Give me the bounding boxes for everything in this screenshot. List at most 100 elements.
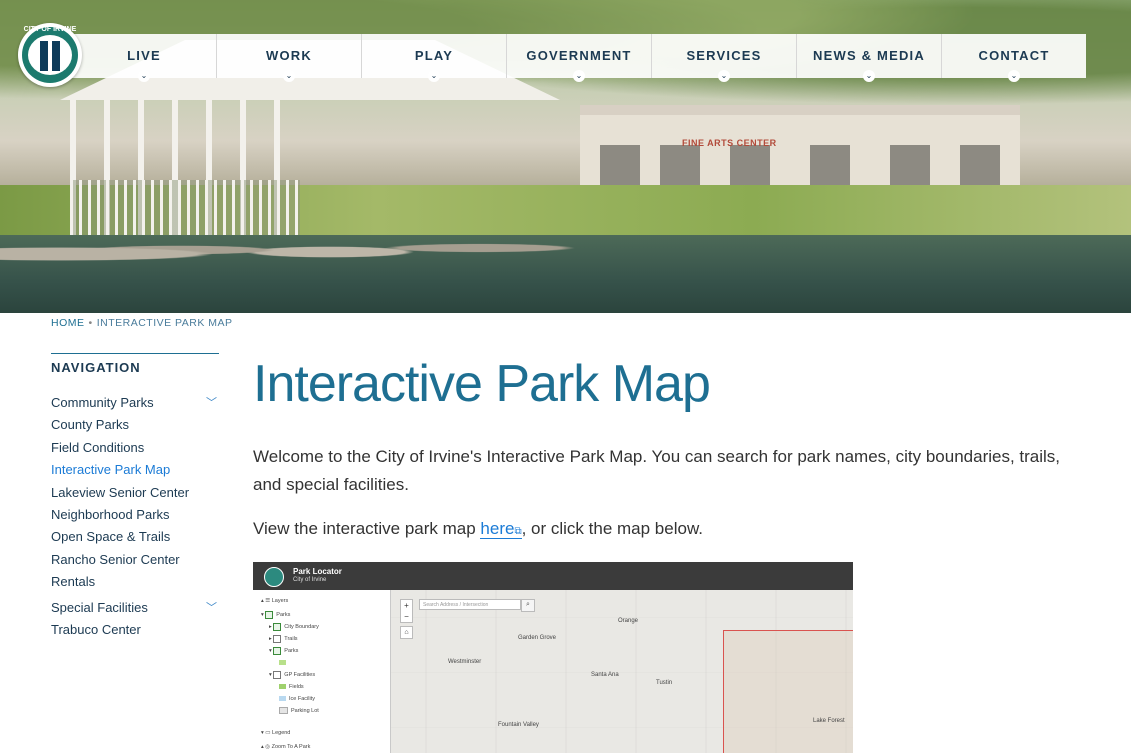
chevron-down-icon[interactable]: ⌄: [283, 70, 295, 82]
sidebar-item-special-facilities[interactable]: Special Facilities ﹀: [51, 597, 219, 619]
sidebar-item-county-parks[interactable]: County Parks: [51, 414, 219, 436]
legend-swatch-row: [279, 658, 289, 668]
nav-item-play[interactable]: PLAY ⌄: [362, 34, 507, 82]
layer-label: Trails: [284, 636, 298, 642]
main-nav: LIVE ⌄ WORK ⌄ PLAY ⌄ GOVERNMENT ⌄ SERVIC…: [72, 34, 1086, 82]
search-icon[interactable]: ⌕: [521, 599, 535, 612]
checkbox[interactable]: [273, 646, 282, 655]
chevron-down-icon[interactable]: ⌄: [138, 70, 150, 82]
checkbox[interactable]: [273, 622, 282, 631]
sidebar-item-trabuco-center[interactable]: Trabuco Center: [51, 619, 219, 641]
layer-row[interactable]: ▸ City Boundary: [269, 622, 319, 632]
view-prefix: View the interactive park map: [253, 519, 481, 538]
map-subtitle: City of Irvine: [293, 577, 327, 583]
checkbox[interactable]: [273, 670, 282, 679]
layer-label: Layers: [271, 598, 289, 604]
layer-row[interactable]: ▸ Trails: [269, 634, 298, 644]
city-logo[interactable]: CITY OF IRVINE: [18, 23, 82, 87]
chevron-down-icon[interactable]: ﹀: [206, 392, 217, 414]
sidebar-item-label: Rentals: [51, 574, 96, 590]
layer-row[interactable]: ▴ ☰ Layers: [261, 596, 288, 606]
checkbox[interactable]: [265, 610, 274, 619]
sidebar-item-label: Rancho Senior Center: [51, 551, 180, 567]
breadcrumb-current: INTERACTIVE PARK MAP: [96, 317, 233, 329]
sidebar-navigation: NAVIGATION Community Parks ﹀ County Park…: [51, 353, 219, 641]
legend-label: Parking Lot: [291, 708, 319, 714]
layer-label: City Boundary: [284, 624, 319, 630]
sidebar-heading: NAVIGATION: [51, 360, 141, 375]
map-city-label: Westminster: [448, 659, 482, 665]
sidebar-item-label: County Parks: [51, 417, 130, 433]
legend-toggle[interactable]: ▾ ▭ Legend: [261, 728, 290, 738]
chevron-down-icon[interactable]: ⌄: [863, 70, 875, 82]
home-icon[interactable]: ⌂: [400, 626, 413, 639]
intro-paragraph: Welcome to the City of Irvine's Interact…: [253, 447, 1061, 494]
irvine-boundary: [723, 630, 853, 753]
sidebar-item-label: Open Space & Trails: [51, 529, 171, 545]
map-city-label: Tustin: [656, 680, 673, 686]
nav-label: GOVERNMENT: [526, 48, 632, 63]
park-map-preview[interactable]: Park Locator City of Irvine ▴ ☰ Layers ▾…: [253, 562, 853, 753]
sidebar-item-rancho-senior-center[interactable]: Rancho Senior Center: [51, 549, 219, 571]
legend-swatch-row: Fields: [279, 682, 304, 692]
chevron-down-icon[interactable]: ⌄: [428, 70, 440, 82]
chevron-down-icon[interactable]: ⌄: [573, 70, 585, 82]
view-suffix: , or click the map below.: [521, 519, 704, 538]
checkbox[interactable]: [273, 634, 282, 643]
park-locator-logo-icon: [264, 567, 284, 587]
hero-gazebo-rail: [70, 180, 300, 235]
map-city-label: Garden Grove: [518, 635, 557, 641]
sidebar-item-label: Special Facilities: [51, 599, 148, 615]
sidebar-item-community-parks[interactable]: Community Parks ﹀: [51, 392, 219, 414]
layer-row[interactable]: ▾ Parks: [269, 646, 298, 656]
page-title: Interactive Park Map: [253, 355, 711, 413]
nav-item-contact[interactable]: CONTACT ⌄: [942, 34, 1086, 82]
sidebar-item-neighborhood-parks[interactable]: Neighborhood Parks: [51, 504, 219, 526]
sidebar-list: Community Parks ﹀ County Parks Field Con…: [51, 392, 219, 641]
chevron-down-icon[interactable]: ﹀: [206, 597, 217, 619]
logo-mark-icon: [40, 41, 60, 71]
layer-label: GP Facilities: [284, 672, 316, 678]
breadcrumb-home-link[interactable]: HOME: [51, 317, 85, 329]
map-city-label: Fountain Valley: [498, 722, 539, 728]
zoom-control[interactable]: + −: [400, 599, 413, 623]
sidebar-item-label: Community Parks: [51, 395, 154, 410]
legend-swatch-row: Ice Facility: [279, 694, 315, 704]
zoom-to-park-toggle[interactable]: ▴ ◎ Zoom To A Park: [261, 742, 310, 752]
legend-label: Fields: [289, 684, 304, 690]
nav-item-live[interactable]: LIVE ⌄: [72, 34, 217, 82]
sidebar-item-label: Field Conditions: [51, 439, 145, 455]
nav-item-work[interactable]: WORK ⌄: [217, 34, 362, 82]
map-here-link[interactable]: here⧉: [480, 519, 522, 539]
main-content: Interactive Park Map Welcome to the City…: [253, 353, 1093, 546]
layer-label: Parks: [276, 612, 291, 618]
legend-label: Ice Facility: [289, 696, 315, 702]
map-city-label: Lake Forest: [813, 718, 845, 724]
chevron-down-icon[interactable]: ⌄: [1008, 70, 1020, 82]
map-search-input[interactable]: Search Address / Intersection: [419, 599, 521, 610]
nav-item-news-media[interactable]: NEWS & MEDIA ⌄: [797, 34, 942, 82]
nav-item-government[interactable]: GOVERNMENT ⌄: [507, 34, 652, 82]
layer-label: Parks: [284, 648, 299, 654]
sidebar-item-open-space-trails[interactable]: Open Space & Trails: [51, 526, 219, 548]
nav-label: PLAY: [414, 48, 454, 63]
layer-row[interactable]: ▾ Parks: [261, 610, 290, 620]
map-header: Park Locator City of Irvine: [253, 562, 853, 590]
logo-text: CITY OF IRVINE: [23, 26, 77, 33]
chevron-down-icon[interactable]: ⌄: [718, 70, 730, 82]
sidebar-item-field-conditions[interactable]: Field Conditions: [51, 437, 219, 459]
nav-label: SERVICES: [686, 48, 762, 63]
sidebar-item-label: Interactive Park Map: [51, 462, 171, 478]
breadcrumb: HOME • INTERACTIVE PARK MAP: [51, 317, 233, 329]
sidebar-item-label: Neighborhood Parks: [51, 506, 170, 522]
view-paragraph: View the interactive park map here⧉, or …: [253, 515, 1093, 546]
layer-row[interactable]: ▾ GP Facilities: [269, 670, 315, 680]
link-text: here: [480, 519, 515, 538]
sidebar-item-lakeview-senior-center[interactable]: Lakeview Senior Center: [51, 482, 219, 504]
sidebar-item-interactive-park-map[interactable]: Interactive Park Map: [51, 459, 219, 481]
legend-label: Zoom To A Park: [271, 744, 311, 750]
map-city-label: Santa Ana: [591, 672, 619, 678]
legend-label: Legend: [272, 730, 291, 736]
nav-item-services[interactable]: SERVICES ⌄: [652, 34, 797, 82]
sidebar-item-rentals[interactable]: Rentals: [51, 571, 219, 593]
